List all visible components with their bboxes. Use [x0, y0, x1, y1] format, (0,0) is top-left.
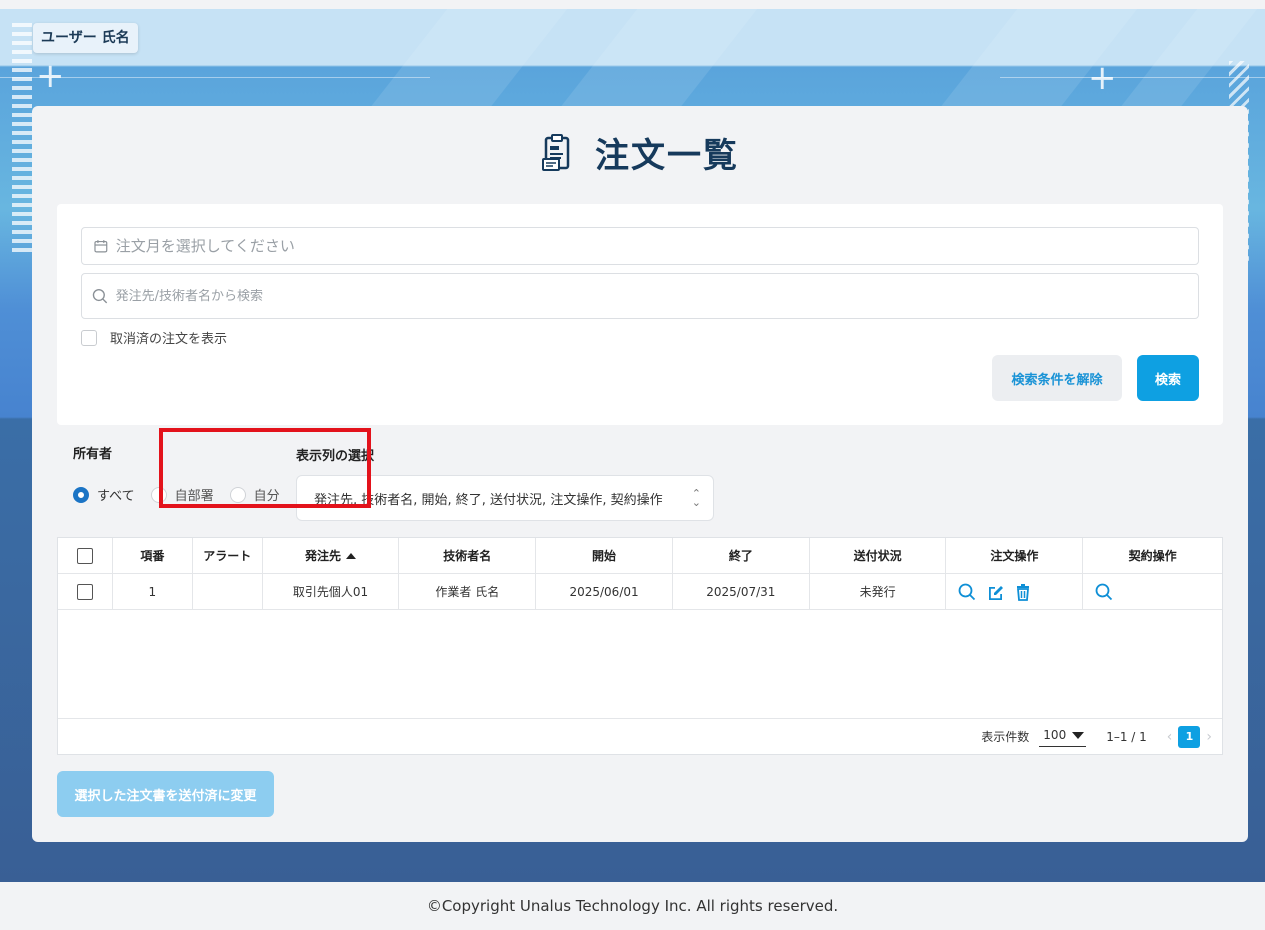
orders-table: 項番 アラート 発注先 技術者名 開始 終了 送付状況 注文操作 契約操作 1 … — [57, 537, 1223, 755]
col-header-order-actions: 注文操作 — [946, 538, 1084, 573]
col-header-status[interactable]: 送付状況 — [810, 538, 947, 573]
cell-alert — [193, 574, 263, 609]
view-contract-search-icon[interactable] — [1095, 583, 1113, 601]
cell-order-actions — [946, 574, 1084, 609]
copyright-footer: ©Copyright Unalus Technology Inc. All ri… — [426, 897, 839, 915]
col-header-end[interactable]: 終了 — [673, 538, 810, 573]
col-header-contract-actions: 契約操作 — [1128, 549, 1177, 563]
search-button[interactable]: 検索 — [1137, 355, 1199, 401]
order-document-icon — [542, 133, 570, 171]
col-header-start[interactable]: 開始 — [536, 538, 673, 573]
keyword-search-field[interactable] — [81, 273, 1199, 319]
per-page-label: 表示件数 — [981, 730, 1030, 744]
keyword-search-input[interactable] — [115, 288, 1198, 304]
page-button-current[interactable]: 1 — [1178, 725, 1201, 748]
cell-engineer: 作業者 氏名 — [399, 574, 537, 609]
per-page-select[interactable]: 100 — [1039, 727, 1087, 747]
col-header-engineer[interactable]: 技術者名 — [399, 538, 537, 573]
page-range: 1–1 / 1 — [1106, 729, 1147, 744]
show-cancelled-label: 取消済の注文を表示 — [110, 332, 228, 347]
per-page-value: 100 — [1043, 728, 1067, 742]
prev-page-chevron-icon[interactable]: ‹ — [1167, 729, 1173, 745]
page-title: 注文一覧 — [595, 136, 739, 176]
row-checkbox[interactable] — [76, 583, 93, 600]
highlight-annotation-box — [159, 428, 371, 508]
mark-sent-button[interactable]: 選択した注文書を送付済に変更 — [57, 771, 274, 817]
bg-line — [1000, 77, 1265, 78]
cell-end: 2025/07/31 — [673, 574, 810, 609]
sort-asc-icon — [346, 552, 357, 559]
owner-radio-all[interactable]: すべて — [73, 485, 135, 504]
next-page-chevron-icon[interactable]: › — [1206, 729, 1212, 745]
edit-order-icon[interactable] — [986, 583, 1004, 601]
page-header: 注文一覧 — [32, 128, 1248, 177]
col-header-alert[interactable]: アラート — [193, 538, 263, 573]
caret-down-icon — [1072, 731, 1085, 739]
table-row: 1 取引先個人01 作業者 氏名 2025/06/01 2025/07/31 未… — [58, 574, 1222, 610]
bg-line — [0, 77, 430, 78]
row-select-cell — [58, 574, 113, 609]
col-header-vendor-label: 発注先 — [305, 549, 342, 563]
search-icon — [92, 288, 108, 304]
select-all-checkbox[interactable] — [76, 547, 93, 564]
updown-chevron-icon: ⌃ ⌄ — [691, 487, 701, 509]
select-all-cell — [58, 538, 113, 573]
bars-decoration — [12, 23, 32, 257]
show-cancelled-checkbox[interactable] — [81, 329, 97, 346]
order-month-input[interactable] — [115, 237, 1198, 255]
plus-decoration: + — [36, 56, 65, 96]
view-order-search-icon[interactable] — [958, 583, 976, 601]
owner-label: 所有者 — [73, 447, 113, 462]
table-header-row: 項番 アラート 発注先 技術者名 開始 終了 送付状況 注文操作 契約操作 — [58, 538, 1222, 574]
search-panel: 取消済の注文を表示 検索条件を解除 検索 — [57, 204, 1223, 425]
clear-conditions-button[interactable]: 検索条件を解除 — [992, 355, 1122, 401]
cell-contract-actions — [1083, 574, 1222, 609]
order-month-picker[interactable] — [81, 227, 1199, 265]
col-header-vendor[interactable]: 発注先 — [263, 538, 400, 573]
delete-order-trash-icon[interactable] — [1014, 583, 1032, 601]
cell-status: 未発行 — [810, 574, 947, 609]
show-cancelled-row: 取消済の注文を表示 — [81, 328, 227, 347]
plus-decoration: + — [1088, 58, 1117, 98]
radio-selected[interactable] — [73, 486, 89, 503]
cell-start: 2025/06/01 — [536, 574, 673, 609]
cell-number: 1 — [113, 574, 193, 609]
cell-vendor: 取引先個人01 — [263, 574, 400, 609]
table-pagination: 表示件数 100 1–1 / 1 ‹ 1 › — [58, 718, 1222, 754]
col-header-number[interactable]: 項番 — [113, 538, 193, 573]
radio-label: すべて — [97, 489, 135, 504]
calendar-icon — [94, 240, 108, 253]
user-name-badge[interactable]: ユーザー 氏名 — [33, 23, 138, 53]
